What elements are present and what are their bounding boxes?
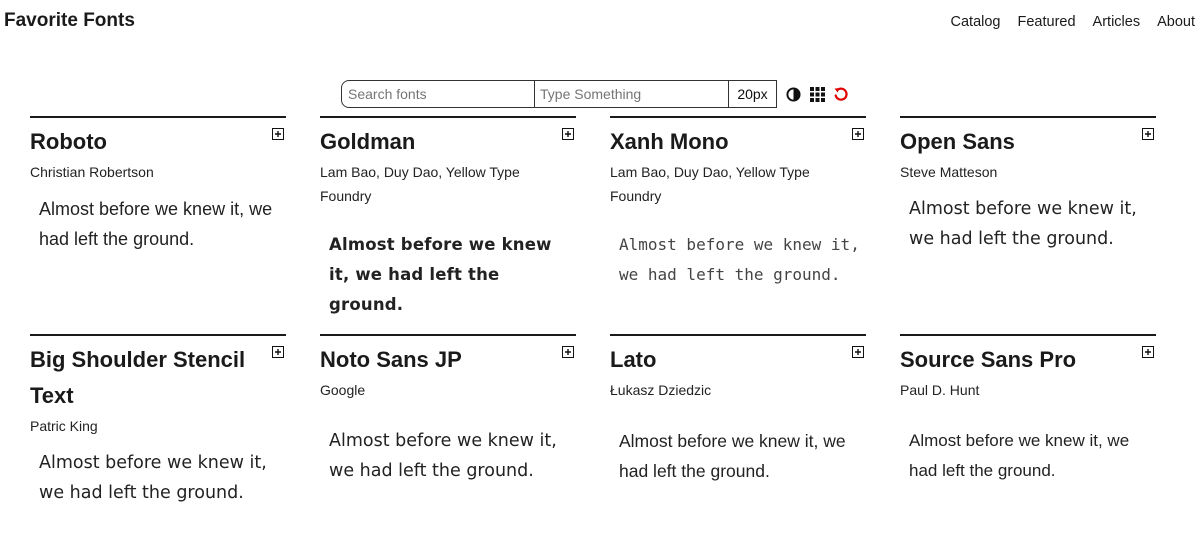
add-font-icon[interactable] xyxy=(1142,346,1154,358)
font-sample: Almost before we knew it, we had left th… xyxy=(619,235,860,284)
add-font-icon[interactable] xyxy=(852,128,864,140)
reset-icon[interactable] xyxy=(833,86,849,102)
font-author: Patric King xyxy=(30,418,98,434)
add-font-icon[interactable] xyxy=(1142,128,1154,140)
add-font-icon[interactable] xyxy=(852,346,864,358)
font-name[interactable]: Xanh Mono xyxy=(610,124,866,160)
add-font-icon[interactable] xyxy=(272,128,284,140)
nav-link-featured[interactable]: Featured xyxy=(1018,14,1076,30)
font-toolbar: 20px xyxy=(341,80,849,108)
font-name[interactable]: Open Sans xyxy=(900,124,1156,160)
grid-icon[interactable] xyxy=(809,86,825,102)
nav-link-catalog[interactable]: Catalog xyxy=(951,14,1001,30)
nav-link-about[interactable]: About xyxy=(1157,14,1195,30)
site-header: Favorite Fonts Catalog Featured Articles… xyxy=(0,0,1200,48)
font-card-xanh-mono: Xanh Mono Lam Bao, Duy Dao, Yellow Type … xyxy=(610,116,866,334)
add-font-icon[interactable] xyxy=(562,128,574,140)
sample-text-input[interactable] xyxy=(535,80,729,108)
font-size-select[interactable]: 20px xyxy=(729,80,777,108)
font-author: Lam Bao, Duy Dao, Yellow Type Foundry xyxy=(610,164,810,204)
font-name[interactable]: Lato xyxy=(610,342,866,378)
nav-link-articles[interactable]: Articles xyxy=(1093,14,1141,30)
font-sample: Almost before we knew it, we had left th… xyxy=(329,431,557,481)
site-logo[interactable]: Favorite Fonts xyxy=(4,10,135,32)
font-card-open-sans: Open Sans Steve Matteson Almost before w… xyxy=(900,116,1156,334)
contrast-icon[interactable] xyxy=(785,86,801,102)
main-nav: Catalog Featured Articles About xyxy=(951,14,1195,30)
font-sample: Almost before we knew it, we had left th… xyxy=(909,199,1137,249)
font-card-big-shoulder-stencil: Big Shoulder Stencil Text Patric King Al… xyxy=(30,334,286,552)
font-sample: Almost before we knew it, we had left th… xyxy=(909,431,1130,480)
font-author: Google xyxy=(320,382,366,398)
font-name[interactable]: Roboto xyxy=(30,124,286,160)
font-card-source-sans-pro: Source Sans Pro Paul D. Hunt Almost befo… xyxy=(900,334,1156,552)
add-font-icon[interactable] xyxy=(562,346,574,358)
font-sample: Almost before we knew it, we had left th… xyxy=(619,431,846,481)
font-sample: Almost before we knew it, we had left th… xyxy=(39,199,273,249)
font-card-lato: Lato Łukasz Dziedzic Almost before we kn… xyxy=(610,334,866,552)
font-name[interactable]: Goldman xyxy=(320,124,576,160)
font-card-noto-sans-jp: Noto Sans JP Google Almost before we kne… xyxy=(320,334,576,552)
search-input[interactable] xyxy=(341,80,535,108)
font-name[interactable]: Source Sans Pro xyxy=(900,342,1156,378)
add-font-icon[interactable] xyxy=(272,346,284,358)
font-name[interactable]: Big Shoulder Stencil Text xyxy=(30,342,286,414)
font-card-goldman: Goldman Lam Bao, Duy Dao, Yellow Type Fo… xyxy=(320,116,576,334)
font-sample: Almost before we knew it, we had left th… xyxy=(39,453,267,503)
font-author: Lam Bao, Duy Dao, Yellow Type Foundry xyxy=(320,164,520,204)
font-grid: Roboto Christian Robertson Almost before… xyxy=(30,116,1156,552)
font-name[interactable]: Noto Sans JP xyxy=(320,342,576,378)
font-card-roboto: Roboto Christian Robertson Almost before… xyxy=(30,116,286,334)
font-sample: Almost before we knew it, we had left th… xyxy=(329,235,552,314)
font-author: Łukasz Dziedzic xyxy=(610,382,712,398)
font-author: Christian Robertson xyxy=(30,164,154,180)
font-author: Steve Matteson xyxy=(900,164,998,180)
font-author: Paul D. Hunt xyxy=(900,382,980,398)
